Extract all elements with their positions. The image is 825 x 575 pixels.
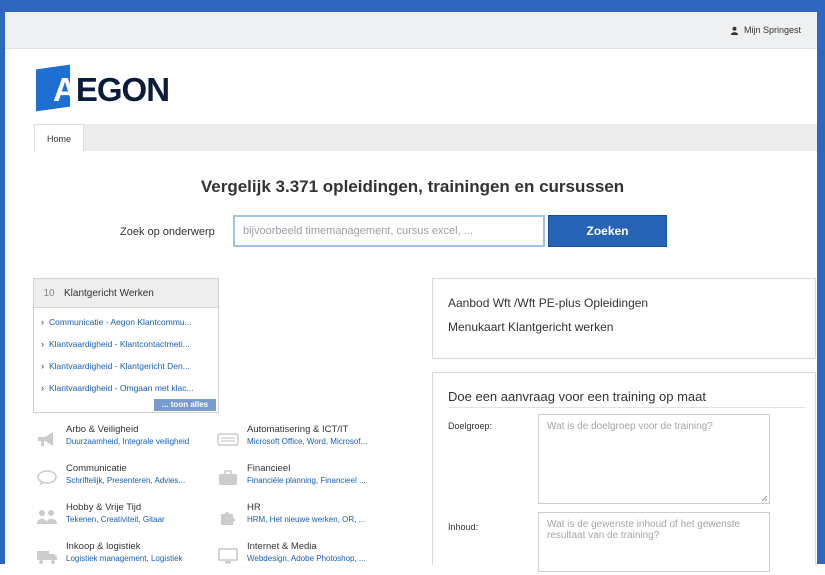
window-top-border [0, 0, 825, 12]
my-springest-label: Mijn Springest [743, 25, 801, 35]
category-subtopics[interactable]: Schriftelijk, Presenteren, Advies... [66, 476, 216, 485]
category-item[interactable]: Hobby & Vrije Tijd Tekenen, Creativiteit… [33, 500, 218, 536]
offer-link-wft[interactable]: Aanbod Wft /Wft PE-plus Opleidingen [448, 296, 648, 310]
resize-grip-icon[interactable] [760, 494, 768, 502]
megaphone-icon [36, 430, 58, 448]
featured-item[interactable]: › Communicatie - Aegon Klantcommu... [41, 311, 218, 333]
featured-category-header[interactable]: 10 Klantgericht Werken [34, 279, 218, 308]
inhoud-label: Inhoud: [448, 522, 479, 532]
category-item[interactable]: Inkoop & logistiek Logistiek management,… [33, 539, 218, 575]
keyboard-icon [217, 430, 239, 448]
category-name: Hobby & Vrije Tijd [66, 502, 142, 513]
offer-panel: Aanbod Wft /Wft PE-plus Opleidingen Menu… [432, 278, 816, 359]
doelgroep-label: Doelgroep: [448, 421, 493, 431]
featured-category-box: 10 Klantgericht Werken › Communicatie - A… [33, 278, 219, 413]
chevron-right-icon: › [41, 361, 44, 371]
featured-item[interactable]: › Klantvaardigheid - Omgaan met klac... [41, 377, 218, 399]
show-all-button[interactable]: ... toon alles [154, 399, 216, 411]
logo-wordmark: AEGON [53, 71, 170, 108]
featured-list: › Communicatie - Aegon Klantcommu... › Kla… [34, 308, 218, 399]
category-subtopics[interactable]: Duurzaamheid, Integrale veiligheid [66, 437, 216, 446]
featured-item[interactable]: › Klantvaardigheid - Klantcontactmeti... [41, 333, 218, 355]
search-button[interactable]: Zoeken [548, 215, 667, 247]
category-item[interactable]: Financieel Financiële planning, Financie… [214, 461, 399, 497]
inhoud-textarea[interactable] [538, 512, 770, 572]
search-label: Zoek op onderwerp [120, 226, 215, 238]
form-divider [448, 407, 805, 408]
training-request-form: Doe een aanvraag voor een training op ma… [432, 372, 816, 572]
search-input[interactable] [233, 215, 545, 247]
truck-icon [36, 547, 58, 565]
category-subtopics[interactable]: Logistiek management, Logistiek [66, 554, 216, 563]
puzzle-icon [217, 508, 239, 526]
category-subtopics[interactable]: Microsoft Office, Word, Microsof... [247, 437, 397, 446]
chevron-right-icon: › [41, 339, 44, 349]
aegon-logo[interactable]: AEGON [36, 64, 170, 115]
offer-link-menukaart[interactable]: Menukaart Klantgericht werken [448, 320, 613, 334]
page-title: Vergelijk 3.371 opleidingen, trainingen … [200, 177, 625, 196]
user-icon [730, 26, 739, 35]
monitor-icon [217, 547, 239, 565]
people-icon [36, 508, 58, 526]
category-item[interactable]: Automatisering & ICT/IT Microsoft Office… [214, 422, 399, 458]
category-item[interactable]: Communicatie Schriftelijk, Presenteren, … [33, 461, 218, 497]
doelgroep-textarea[interactable] [538, 414, 770, 504]
category-name: Financieel [247, 463, 291, 474]
request-form-heading: Doe een aanvraag voor een training op ma… [448, 389, 707, 404]
category-subtopics[interactable]: Webdesign, Adobe Photoshop, ... [247, 554, 397, 563]
featured-count: 10 [43, 287, 55, 299]
window-left-border [0, 12, 5, 564]
my-springest-link[interactable]: Mijn Springest [730, 25, 801, 35]
breadcrumb: Home [34, 124, 817, 152]
category-item[interactable]: Internet & Media Webdesign, Adobe Photos… [214, 539, 399, 575]
category-name: Internet & Media [247, 541, 317, 552]
user-bar: Mijn Springest [5, 12, 817, 49]
category-name: HR [247, 502, 261, 513]
category-subtopics[interactable]: Financiële planning, Financieel ... [247, 476, 397, 485]
category-subtopics[interactable]: HRM, Het nieuwe werken, OR, ... [247, 515, 397, 524]
breadcrumb-home[interactable]: Home [34, 124, 85, 152]
category-name: Arbo & Veiligheid [66, 424, 139, 435]
category-item[interactable]: HR HRM, Het nieuwe werken, OR, ... [214, 500, 399, 536]
briefcase-icon [217, 469, 239, 487]
featured-title: Klantgericht Werken [64, 287, 154, 299]
speech-bubble-icon [36, 469, 58, 487]
category-name: Inkoop & logistiek [66, 541, 141, 552]
category-name: Communicatie [66, 463, 127, 474]
category-name: Automatisering & ICT/IT [247, 424, 349, 435]
category-subtopics[interactable]: Tekenen, Creativiteit, Gitaar [66, 515, 216, 524]
window-right-border [817, 12, 825, 564]
category-item[interactable]: Arbo & Veiligheid Duurzaamheid, Integral… [33, 422, 218, 458]
featured-item[interactable]: › Klantvaardigheid - Klantgericht Den... [41, 355, 218, 377]
chevron-right-icon: › [41, 383, 44, 393]
chevron-right-icon: › [41, 317, 44, 327]
